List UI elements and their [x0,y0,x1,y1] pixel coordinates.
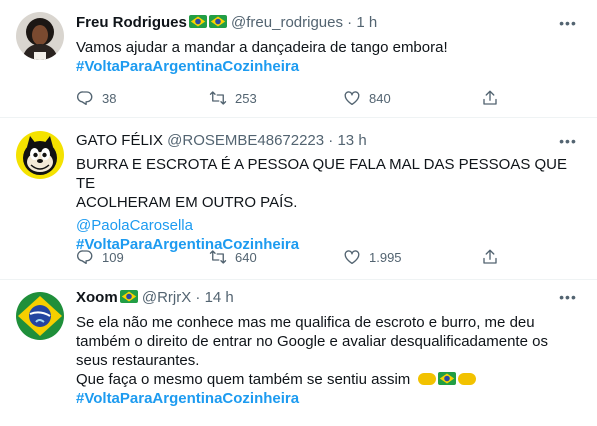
like-button[interactable]: 840 [343,88,391,108]
reply-count: 38 [102,90,117,106]
user-handle[interactable]: @ROSEMBE48672223 [167,132,324,149]
hashtag-link[interactable]: #VoltaParaArgentinaCozinheira [76,235,581,254]
brazil-flag-icon [438,372,456,385]
tweet-text: Que faça o mesmo quem também se sentiu a… [76,371,411,388]
retweet-button[interactable]: 253 [209,88,257,108]
tweet-2[interactable]: GATO FÉLIX @ROSEMBE48672223 · 13 h ••• B… [0,118,597,280]
more-icon[interactable]: ••• [557,15,579,31]
like-count: 1.995 [369,249,402,265]
share-button[interactable] [481,247,499,267]
avatar[interactable] [16,131,64,179]
reply-icon [76,89,94,107]
tweet-text-line: BURRA E ESCROTA É A PESSOA QUE FALA MAL … [76,156,568,192]
like-count: 840 [369,90,391,106]
timestamp[interactable]: 1 h [356,14,377,31]
tweet-text-line: também o direito de entrar no Google e a… [76,333,548,350]
tweet-text-line: Se ela não me conhece mas me qualifica d… [76,314,535,331]
user-handle[interactable]: @freu_rodrigues [231,14,343,31]
reply-button[interactable]: 38 [76,88,116,108]
timestamp[interactable]: 14 h [205,289,234,306]
fist-bump-emoji-icon [458,373,477,385]
retweet-button[interactable]: 640 [209,247,257,267]
tweet-text-line: Que faça o mesmo quem também se sentiu a… [76,370,581,389]
fist-bump-emoji-icon [418,373,437,385]
brazil-flag-icon [209,15,227,28]
more-icon[interactable]: ••• [557,133,579,149]
brazil-flag-icon [189,15,207,28]
retweet-count: 640 [235,249,257,265]
share-button[interactable] [481,88,499,108]
heart-icon [343,248,361,266]
display-name[interactable]: GATO FÉLIX [76,132,163,149]
heart-icon [343,89,361,107]
reply-button[interactable]: 109 [76,247,124,267]
reply-icon [76,248,94,266]
brazil-flag-icon [120,290,138,303]
separator-dot: · [328,132,334,149]
retweet-icon [209,248,227,266]
reply-count: 109 [102,249,124,265]
share-icon [481,89,499,107]
tweet-text-line: seus restaurantes. [76,352,200,369]
avatar[interactable] [16,12,64,60]
separator-dot: · [195,289,201,306]
separator-dot: · [347,14,353,31]
share-icon [481,248,499,266]
tweet-text-line: Vamos ajudar a mandar a dançadeira de ta… [76,39,448,56]
display-name[interactable]: Freu Rodrigues [76,14,187,31]
tweet-3[interactable]: Xoom @RrjrX · 14 h ••• Se ela não me con… [0,280,597,426]
avatar[interactable] [16,292,64,340]
retweet-count: 253 [235,90,257,106]
more-icon[interactable]: ••• [557,289,579,305]
mention-link[interactable]: @PaolaCarosella [76,216,581,235]
tweet-text-line: ACOLHERAM EM OUTRO PAÍS. [76,194,298,211]
timestamp[interactable]: 13 h [337,132,366,149]
hashtag-link[interactable]: #VoltaParaArgentinaCozinheira [76,389,581,408]
like-button[interactable]: 1.995 [343,247,402,267]
hashtag-link[interactable]: #VoltaParaArgentinaCozinheira [76,57,581,76]
display-name[interactable]: Xoom [76,289,118,306]
tweet-1[interactable]: Freu Rodrigues @freu_rodrigues · 1 h •••… [0,0,597,118]
user-handle[interactable]: @RrjrX [142,289,191,306]
retweet-icon [209,89,227,107]
